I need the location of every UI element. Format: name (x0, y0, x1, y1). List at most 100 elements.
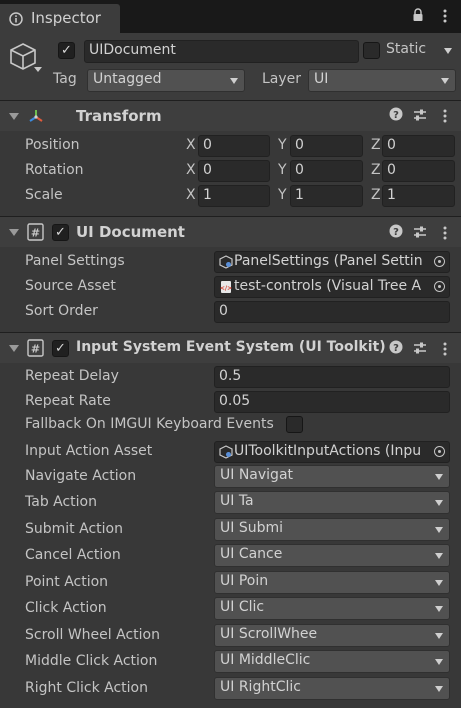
help-icon[interactable]: ? (389, 340, 403, 358)
navigate-action-dropdown[interactable]: UI Navigat (214, 465, 450, 488)
panel-settings-field[interactable]: PanelSettings (Panel Settin (214, 251, 450, 273)
foldout-arrow-icon[interactable] (9, 229, 19, 236)
help-icon[interactable]: ? (389, 224, 403, 242)
submit-action-dropdown[interactable]: UI Submi (214, 518, 450, 541)
rotation-x-axis: X (186, 162, 196, 178)
tab-bar: Inspector (0, 0, 461, 33)
repeat-delay-field[interactable]: 0.5 (214, 366, 450, 388)
static-dropdown-caret[interactable] (444, 48, 452, 54)
right-click-action-value: UI RightClic (220, 679, 301, 695)
layer-dropdown[interactable]: UI (308, 69, 456, 92)
chevron-down-icon (435, 659, 443, 665)
source-asset-field[interactable]: </> test-controls (Visual Tree A (214, 276, 450, 298)
point-action-value: UI Poin (220, 573, 269, 589)
tab-inspector[interactable]: Inspector (0, 4, 120, 33)
sort-order-label: Sort Order (25, 303, 98, 319)
source-asset-label: Source Asset (25, 278, 116, 294)
point-action-label: Point Action (25, 574, 109, 590)
panel-settings-label: Panel Settings (25, 253, 125, 269)
sliders-icon[interactable] (413, 225, 427, 243)
cancel-action-dropdown[interactable]: UI Cance (214, 544, 450, 567)
tab-action-dropdown[interactable]: UI Ta (214, 491, 450, 514)
kebab-menu-icon[interactable] (443, 9, 447, 23)
foldout-arrow-icon[interactable] (9, 345, 19, 352)
chevron-down-icon (441, 78, 449, 84)
tab-action-value: UI Ta (220, 493, 254, 509)
rotation-z-axis: Z (371, 162, 381, 178)
navigate-action-value: UI Navigat (220, 467, 294, 483)
scroll-wheel-action-value: UI ScrollWhee (220, 626, 318, 642)
chevron-down-icon (230, 78, 238, 84)
tag-value: Untagged (93, 71, 162, 87)
active-toggle[interactable]: ✓ (58, 42, 75, 59)
tab-title: Inspector (31, 9, 101, 27)
svg-text:?: ? (393, 343, 399, 354)
static-label: Static (386, 41, 427, 57)
input-action-asset-field[interactable]: UIToolkitInputActions (Inpu (214, 441, 450, 463)
transform-header[interactable]: Transform ? (0, 101, 461, 131)
object-picker-icon[interactable] (434, 281, 445, 292)
svg-text:#: # (31, 343, 40, 356)
right-click-action-label: Right Click Action (25, 680, 148, 696)
position-y-field[interactable]: 0 (290, 135, 363, 157)
kebab-menu-icon[interactable] (443, 342, 447, 360)
click-action-label: Click Action (25, 600, 107, 616)
fallback-imgui-label: Fallback On IMGUI Keyboard Events (25, 416, 274, 432)
ui-document-header[interactable]: # ✓ UI Document ? (0, 217, 461, 247)
chevron-down-icon (435, 527, 443, 533)
rotation-y-axis: Y (278, 162, 287, 178)
rotation-z-field[interactable]: 0 (382, 160, 455, 182)
svg-text:?: ? (393, 110, 399, 121)
scale-z-field[interactable]: 1 (382, 185, 455, 207)
svg-text:?: ? (393, 227, 399, 238)
sliders-icon[interactable] (413, 341, 427, 359)
cancel-action-label: Cancel Action (25, 547, 121, 563)
position-z-field[interactable]: 0 (382, 135, 455, 157)
input-action-asset-label: Input Action Asset (25, 443, 153, 459)
scale-y-field[interactable]: 1 (290, 185, 363, 207)
scale-y-axis: Y (278, 187, 287, 203)
scale-x-axis: X (186, 187, 196, 203)
foldout-arrow-icon[interactable] (9, 113, 19, 120)
repeat-rate-field[interactable]: 0.05 (214, 391, 450, 413)
sort-order-field[interactable]: 0 (214, 301, 450, 323)
click-action-value: UI Clic (220, 599, 265, 615)
chevron-down-icon (435, 500, 443, 506)
fallback-imgui-checkbox[interactable] (286, 416, 303, 433)
middle-click-action-dropdown[interactable]: UI MiddleClic (214, 650, 450, 673)
event-system-enabled-toggle[interactable]: ✓ (52, 340, 69, 357)
event-system-title: Input System Event System (UI Toolkit) (76, 339, 386, 355)
tag-label: Tag (53, 71, 77, 87)
help-icon[interactable]: ? (389, 107, 403, 125)
scroll-wheel-action-dropdown[interactable]: UI ScrollWhee (214, 624, 450, 647)
svg-text:</>: </> (220, 285, 232, 292)
static-checkbox[interactable] (363, 42, 380, 59)
asset-icon (219, 445, 233, 459)
lock-icon[interactable] (412, 8, 424, 22)
position-y-axis: Y (278, 137, 287, 153)
kebab-menu-icon[interactable] (443, 109, 447, 127)
chevron-down-icon[interactable] (34, 67, 42, 72)
ui-document-enabled-toggle[interactable]: ✓ (52, 224, 69, 241)
object-picker-icon[interactable] (434, 256, 445, 267)
tab-action-label: Tab Action (25, 494, 97, 510)
scale-x-field[interactable]: 1 (198, 185, 270, 207)
rotation-x-field[interactable]: 0 (198, 160, 270, 182)
gameobject-name-field[interactable]: UIDocument (84, 40, 359, 63)
position-z-axis: Z (371, 137, 381, 153)
click-action-dropdown[interactable]: UI Clic (214, 597, 450, 620)
tag-dropdown[interactable]: Untagged (87, 69, 245, 92)
scale-z-axis: Z (371, 187, 381, 203)
event-system-header[interactable]: # ✓ Input System Event System (UI Toolki… (0, 333, 461, 363)
right-click-action-dropdown[interactable]: UI RightClic (214, 677, 450, 700)
sliders-icon[interactable] (413, 108, 427, 126)
svg-text:#: # (31, 227, 40, 240)
position-x-field[interactable]: 0 (198, 135, 270, 157)
point-action-dropdown[interactable]: UI Poin (214, 571, 450, 594)
object-picker-icon[interactable] (434, 446, 445, 457)
source-asset-value: test-controls (Visual Tree A (234, 278, 422, 294)
kebab-menu-icon[interactable] (443, 226, 447, 244)
rotation-y-field[interactable]: 0 (290, 160, 363, 182)
chevron-down-icon (435, 580, 443, 586)
gameobject-header: ✓ UIDocument Static Tag Untagged Layer U… (0, 33, 461, 100)
